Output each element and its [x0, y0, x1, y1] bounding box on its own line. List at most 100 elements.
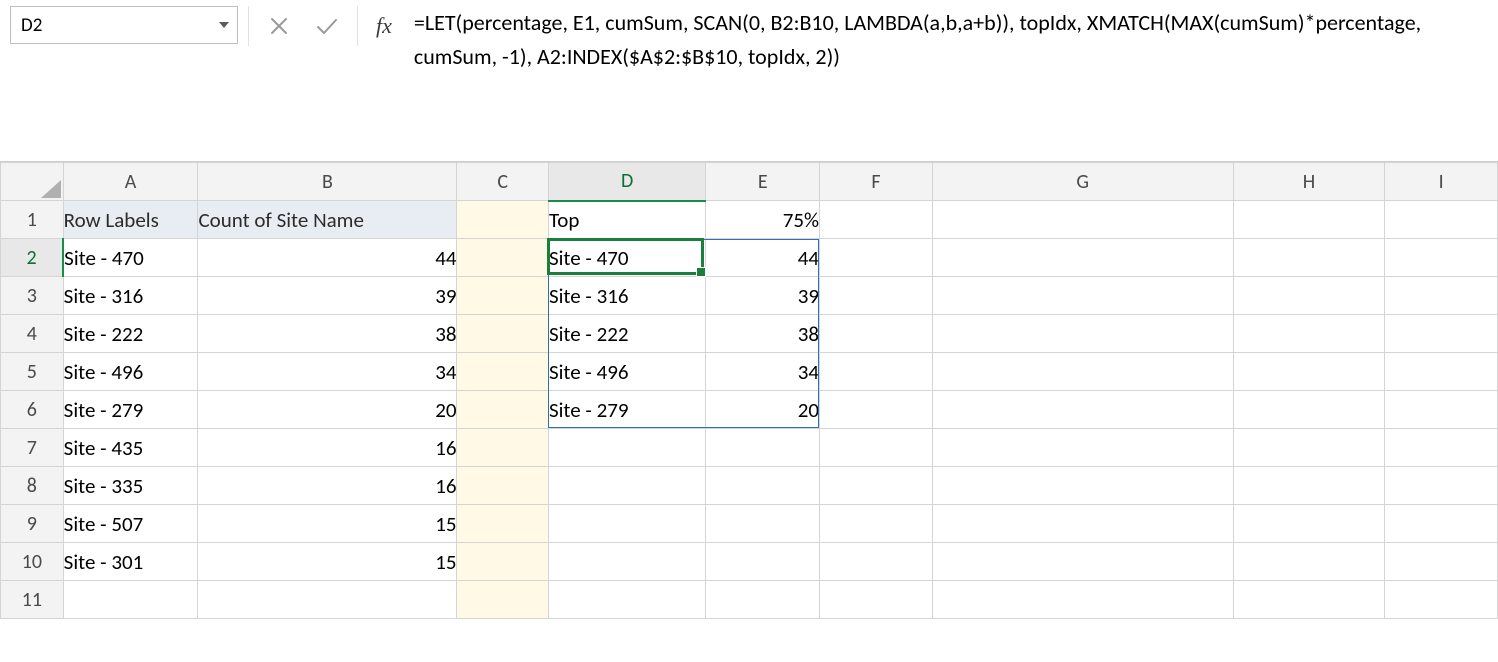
cell-B8[interactable]: 16 [198, 467, 457, 505]
col-header-E[interactable]: E [706, 163, 820, 201]
cell-I11[interactable] [1385, 581, 1498, 619]
row-header-10[interactable]: 10 [1, 543, 64, 581]
cell-I8[interactable] [1385, 467, 1498, 505]
cell-G11[interactable] [932, 581, 1233, 619]
col-header-F[interactable]: F [820, 163, 933, 201]
cell-E8[interactable] [706, 467, 820, 505]
cell-B4[interactable]: 38 [198, 315, 457, 353]
cell-H8[interactable] [1233, 467, 1385, 505]
cell-I2[interactable] [1385, 239, 1498, 277]
cell-I6[interactable] [1385, 391, 1498, 429]
cell-E4[interactable]: 38 [706, 315, 820, 353]
cell-B9[interactable]: 15 [198, 505, 457, 543]
cell-A2[interactable]: Site - 470 [63, 239, 198, 277]
cell-B3[interactable]: 39 [198, 277, 457, 315]
cell-E2[interactable]: 44 [706, 239, 820, 277]
col-header-H[interactable]: H [1233, 163, 1385, 201]
row-header-9[interactable]: 9 [1, 505, 64, 543]
enter-icon[interactable] [305, 7, 349, 45]
cell-F1[interactable] [820, 201, 933, 239]
cell-H2[interactable] [1233, 239, 1385, 277]
cell-F7[interactable] [820, 429, 933, 467]
chevron-down-icon[interactable] [219, 22, 229, 28]
cell-D1[interactable]: Top [548, 201, 706, 239]
cell-E9[interactable] [706, 505, 820, 543]
cell-H4[interactable] [1233, 315, 1385, 353]
col-header-G[interactable]: G [932, 163, 1233, 201]
cell-F11[interactable] [820, 581, 933, 619]
row-header-11[interactable]: 11 [1, 581, 64, 619]
fx-icon[interactable]: fx [366, 13, 402, 39]
cell-G9[interactable] [932, 505, 1233, 543]
cell-H5[interactable] [1233, 353, 1385, 391]
cell-G1[interactable] [932, 201, 1233, 239]
col-header-B[interactable]: B [198, 163, 457, 201]
cell-A1[interactable]: Row Labels [63, 201, 198, 239]
cell-E11[interactable] [706, 581, 820, 619]
cell-B6[interactable]: 20 [198, 391, 457, 429]
cell-I5[interactable] [1385, 353, 1498, 391]
cell-H3[interactable] [1233, 277, 1385, 315]
cell-D6[interactable]: Site - 279 [548, 391, 706, 429]
cell-I9[interactable] [1385, 505, 1498, 543]
cell-I1[interactable] [1385, 201, 1498, 239]
cell-I4[interactable] [1385, 315, 1498, 353]
cell-E5[interactable]: 34 [706, 353, 820, 391]
cell-B10[interactable]: 15 [198, 543, 457, 581]
cell-E3[interactable]: 39 [706, 277, 820, 315]
cell-C9[interactable] [457, 505, 548, 543]
cell-A5[interactable]: Site - 496 [63, 353, 198, 391]
cell-C5[interactable] [457, 353, 548, 391]
cell-H9[interactable] [1233, 505, 1385, 543]
cell-G3[interactable] [932, 277, 1233, 315]
cell-B5[interactable]: 34 [198, 353, 457, 391]
row-header-8[interactable]: 8 [1, 467, 64, 505]
cell-F5[interactable] [820, 353, 933, 391]
cell-C8[interactable] [457, 467, 548, 505]
cell-H6[interactable] [1233, 391, 1385, 429]
col-header-A[interactable]: A [63, 163, 198, 201]
cell-I10[interactable] [1385, 543, 1498, 581]
cell-E10[interactable] [706, 543, 820, 581]
cell-G2[interactable] [932, 239, 1233, 277]
cell-F3[interactable] [820, 277, 933, 315]
col-header-D[interactable]: D [548, 163, 706, 201]
cell-F4[interactable] [820, 315, 933, 353]
cell-A7[interactable]: Site - 435 [63, 429, 198, 467]
cell-D2[interactable]: Site - 470 [548, 239, 706, 277]
cell-F8[interactable] [820, 467, 933, 505]
cell-G10[interactable] [932, 543, 1233, 581]
cell-A9[interactable]: Site - 507 [63, 505, 198, 543]
cell-F10[interactable] [820, 543, 933, 581]
row-header-6[interactable]: 6 [1, 391, 64, 429]
cell-C10[interactable] [457, 543, 548, 581]
cell-G7[interactable] [932, 429, 1233, 467]
cell-I7[interactable] [1385, 429, 1498, 467]
cell-I3[interactable] [1385, 277, 1498, 315]
row-header-3[interactable]: 3 [1, 277, 64, 315]
cell-A10[interactable]: Site - 301 [63, 543, 198, 581]
cell-A11[interactable] [63, 581, 198, 619]
cell-G5[interactable] [932, 353, 1233, 391]
cell-C11[interactable] [457, 581, 548, 619]
cell-C3[interactable] [457, 277, 548, 315]
cell-D9[interactable] [548, 505, 706, 543]
cell-G6[interactable] [932, 391, 1233, 429]
cell-A4[interactable]: Site - 222 [63, 315, 198, 353]
formula-input[interactable]: =LET(percentage, E1, cumSum, SCAN(0, B2:… [408, 0, 1448, 80]
cell-H10[interactable] [1233, 543, 1385, 581]
cell-C2[interactable] [457, 239, 548, 277]
cell-H1[interactable] [1233, 201, 1385, 239]
cell-F2[interactable] [820, 239, 933, 277]
cell-A8[interactable]: Site - 335 [63, 467, 198, 505]
select-all-corner[interactable] [1, 163, 64, 201]
name-box[interactable]: D2 [10, 6, 238, 44]
cell-D11[interactable] [548, 581, 706, 619]
cell-D10[interactable] [548, 543, 706, 581]
cell-D4[interactable]: Site - 222 [548, 315, 706, 353]
col-header-C[interactable]: C [457, 163, 548, 201]
cell-F9[interactable] [820, 505, 933, 543]
cell-A6[interactable]: Site - 279 [63, 391, 198, 429]
cell-E7[interactable] [706, 429, 820, 467]
col-header-I[interactable]: I [1385, 163, 1498, 201]
